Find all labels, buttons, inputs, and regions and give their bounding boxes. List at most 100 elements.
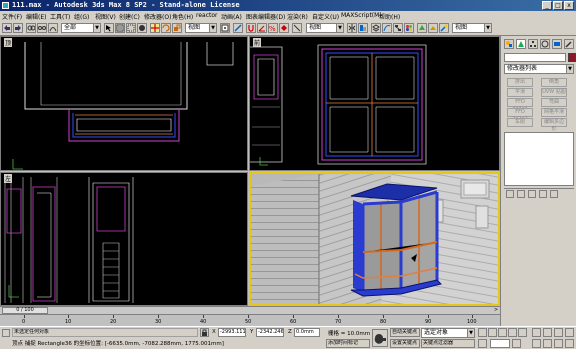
- maxscript-listener-icon[interactable]: [2, 329, 10, 337]
- selection-filter-dropdown[interactable]: 全部 ▼: [61, 23, 101, 33]
- y-coordinate-field[interactable]: -2342.246: [256, 328, 284, 337]
- render-last-icon[interactable]: [439, 23, 449, 33]
- key-filters-button[interactable]: 关键点过滤器: [421, 339, 475, 348]
- previous-frame-icon[interactable]: [488, 328, 497, 337]
- reference-coordinate-dropdown[interactable]: 视图 ▼: [185, 23, 217, 33]
- named-selection-dropdown[interactable]: 视图 ▼: [306, 23, 344, 33]
- display-tab-icon[interactable]: [552, 39, 562, 49]
- select-and-rotate-icon[interactable]: [161, 23, 171, 33]
- menu-create[interactable]: 创建(C): [119, 12, 140, 21]
- current-frame-field[interactable]: [490, 339, 510, 348]
- undo-icon[interactable]: [2, 23, 12, 33]
- close-button[interactable]: x: [564, 1, 574, 10]
- field-of-view-icon[interactable]: [532, 339, 541, 348]
- menu-help[interactable]: 帮助(H): [379, 12, 400, 21]
- modifier-list-dropdown[interactable]: 修改器列表 ▼: [504, 64, 574, 74]
- layer-manager-icon[interactable]: [371, 23, 381, 33]
- menu-reactor[interactable]: reactor: [196, 12, 218, 19]
- viewport-front[interactable]: 前: [249, 36, 500, 171]
- render-type-dropdown[interactable]: 视图 ▼: [452, 23, 492, 33]
- object-name-field[interactable]: [504, 53, 566, 62]
- selected-objects-dropdown[interactable]: 选定对象 ▼: [421, 328, 475, 338]
- next-frame-arrow[interactable]: >: [494, 307, 500, 314]
- select-by-name-icon[interactable]: [115, 23, 125, 33]
- modifier-stack-list[interactable]: [504, 132, 574, 186]
- set-key-icon[interactable]: [372, 329, 388, 347]
- menu-file[interactable]: 文件(F): [2, 12, 22, 21]
- minimize-button[interactable]: _: [542, 1, 552, 10]
- motion-tab-icon[interactable]: [540, 39, 550, 49]
- hierarchy-tab-icon[interactable]: [528, 39, 538, 49]
- show-end-result-icon[interactable]: [517, 190, 525, 198]
- play-icon[interactable]: [498, 328, 507, 337]
- configure-modifier-sets-icon[interactable]: [550, 190, 558, 198]
- modifier-extrude-button[interactable]: 挤出: [507, 78, 533, 87]
- zoom-icon[interactable]: [532, 328, 541, 337]
- modify-tab-icon[interactable]: [516, 39, 526, 49]
- select-and-scale-icon[interactable]: [172, 23, 182, 33]
- zoom-extents-icon[interactable]: [554, 328, 563, 337]
- window-crossing-icon[interactable]: [137, 23, 147, 33]
- menu-views[interactable]: 视图(V): [95, 12, 116, 21]
- modifier-ffd222-button[interactable]: FFD 2x2x2: [507, 108, 533, 122]
- link-icon[interactable]: [26, 23, 36, 33]
- track-bar[interactable]: 0 10 20 30 40 50 60 70 80 90 100: [0, 314, 500, 326]
- arc-rotate-icon[interactable]: [554, 339, 563, 348]
- select-and-manipulate-icon[interactable]: [233, 23, 243, 33]
- menu-edit[interactable]: 编辑(E): [26, 12, 46, 21]
- menu-group[interactable]: 组(G): [74, 12, 89, 21]
- lock-selection-icon[interactable]: [200, 328, 209, 337]
- modifier-ffd444-button[interactable]: FFD 4x4x4: [507, 98, 533, 112]
- render-scene-icon[interactable]: [417, 23, 427, 33]
- x-coordinate-field[interactable]: -2993.111: [218, 328, 246, 337]
- create-tab-icon[interactable]: [504, 39, 514, 49]
- z-coordinate-field[interactable]: 0.0mm: [294, 328, 320, 337]
- time-slider-thumb[interactable]: 0 / 100: [2, 307, 48, 314]
- spinner-snap-icon[interactable]: [279, 23, 289, 33]
- quick-render-icon[interactable]: [428, 23, 438, 33]
- set-key-button[interactable]: 设置关键点: [390, 339, 420, 348]
- align-icon[interactable]: [358, 23, 368, 33]
- rectangular-selection-icon[interactable]: [126, 23, 136, 33]
- menu-customize[interactable]: 自定义(U): [312, 12, 339, 21]
- utilities-tab-icon[interactable]: [564, 39, 574, 49]
- pan-view-icon[interactable]: [543, 339, 552, 348]
- edit-named-selections-icon[interactable]: [292, 23, 302, 33]
- angle-snap-icon[interactable]: [257, 23, 267, 33]
- curve-editor-icon[interactable]: [382, 23, 392, 33]
- menu-tools[interactable]: 工具(T): [50, 12, 70, 21]
- viewport-left[interactable]: 左: [0, 172, 248, 306]
- object-color-swatch[interactable]: [568, 53, 576, 62]
- menu-modifiers[interactable]: 修改器(O): [144, 12, 171, 21]
- remove-modifier-icon[interactable]: [539, 190, 547, 198]
- menu-character[interactable]: 角色(H): [172, 12, 193, 21]
- menu-maxscript[interactable]: MAXScript(M): [341, 12, 382, 19]
- select-object-icon[interactable]: [104, 23, 114, 33]
- zoom-extents-all-icon[interactable]: [565, 328, 574, 337]
- viewport-perspective[interactable]: 透视: [249, 172, 500, 306]
- select-and-move-icon[interactable]: [150, 23, 160, 33]
- modifier-bevel-button[interactable]: 倒角: [541, 78, 567, 87]
- go-to-start-icon[interactable]: [478, 328, 487, 337]
- bind-space-warp-icon[interactable]: [48, 23, 58, 33]
- modifier-bend-button[interactable]: 弯曲: [541, 98, 567, 107]
- menu-animation[interactable]: 动画(A): [221, 12, 242, 21]
- go-to-end-icon[interactable]: [518, 328, 527, 337]
- maximize-viewport-icon[interactable]: [565, 339, 574, 348]
- maximize-button[interactable]: □: [553, 1, 563, 10]
- prev-frame-arrow[interactable]: [0, 307, 2, 314]
- schematic-view-icon[interactable]: [393, 23, 403, 33]
- menu-rendering[interactable]: 渲染(R): [287, 12, 308, 21]
- mirror-icon[interactable]: [347, 23, 357, 33]
- modifier-lathe-button[interactable]: 车削: [507, 118, 533, 127]
- time-slider[interactable]: 0 / 100 >: [0, 306, 500, 314]
- modifier-uvw-map-button[interactable]: UVW 贴图: [541, 88, 567, 97]
- viewport-top[interactable]: 顶: [0, 36, 248, 171]
- menu-graph-editors[interactable]: 图表编辑器(D): [246, 12, 285, 21]
- modifier-edit-poly-button[interactable]: 编辑多边形: [541, 118, 567, 132]
- key-mode-icon[interactable]: [478, 339, 487, 348]
- pivot-center-icon[interactable]: [220, 23, 230, 33]
- auto-key-button[interactable]: 自动关键点: [390, 328, 420, 337]
- redo-icon[interactable]: [13, 23, 23, 33]
- time-configuration-icon[interactable]: [512, 339, 521, 348]
